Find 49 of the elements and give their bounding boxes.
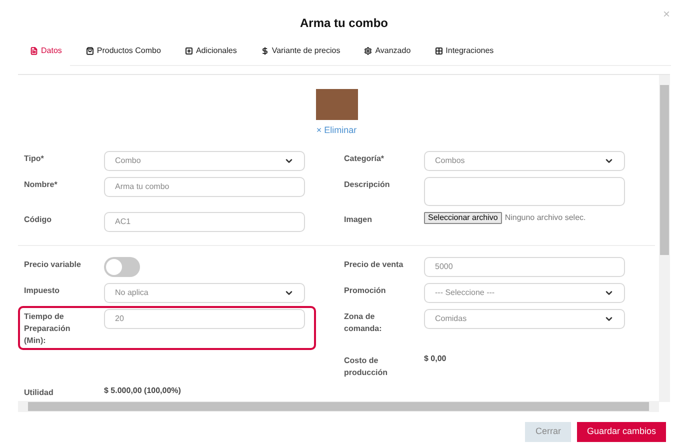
tab-icon — [364, 47, 372, 55]
tab-icon — [86, 47, 94, 55]
photo-placeholder — [316, 89, 358, 120]
value-text: $ 0,00 — [424, 352, 446, 364]
vertical-scrollbar[interactable] — [659, 75, 670, 402]
field-label: Descripción — [344, 178, 391, 190]
field-label: Código — [24, 214, 53, 226]
field-label: Impuesto — [24, 284, 61, 296]
choose-file-button[interactable]: Seleccionar archivo — [424, 212, 502, 224]
tab[interactable]: Variante de precios — [260, 43, 340, 59]
input-field[interactable]: 5000 — [424, 256, 625, 276]
field-label: Imagen — [344, 214, 374, 226]
dropdown[interactable]: Comidas — [424, 308, 625, 328]
horizontal-scrollbar[interactable] — [18, 401, 659, 412]
tab-icon — [260, 47, 269, 55]
file-status-text: Ninguno archivo selec. — [504, 212, 586, 224]
tab[interactable]: Productos Combo — [86, 43, 161, 59]
field-label: Precio de venta — [344, 258, 404, 270]
dropdown[interactable]: Combos — [424, 150, 625, 170]
value-text: $ 5.000,00 (100,00%) — [104, 384, 181, 396]
input-field[interactable]: 20 — [104, 308, 305, 328]
tab-icon — [184, 47, 193, 55]
field-label: Categoría* — [344, 152, 386, 164]
dropdown[interactable]: Combo — [104, 150, 305, 170]
input-field[interactable]: AC1 — [104, 212, 305, 232]
dialog-title: Arma tu combo — [300, 15, 388, 32]
dropdown[interactable]: No aplica — [104, 282, 305, 302]
tab[interactable]: Integraciones — [434, 43, 494, 59]
field-label: Zona de comanda: — [344, 310, 383, 334]
tab-icon — [434, 47, 443, 55]
toggle-switch[interactable] — [104, 256, 140, 276]
dropdown[interactable]: --- Seleccione --- — [424, 282, 625, 302]
field-label: Tipo* — [24, 152, 45, 164]
tab-icon — [30, 47, 38, 55]
save-button[interactable]: Guardar cambios — [576, 422, 666, 442]
close-button[interactable]: Cerrar — [525, 422, 571, 442]
remove-image-link[interactable]: × Eliminar — [316, 124, 357, 138]
field-label: Tiempo de Preparación (Min): — [24, 310, 72, 346]
tab[interactable]: Adicionales — [184, 43, 237, 59]
field-label: Precio variable — [24, 258, 82, 270]
textarea-field[interactable] — [424, 176, 625, 206]
tab[interactable]: Avanzado — [364, 43, 411, 59]
field-label: Nombre* — [24, 178, 58, 190]
field-label: Promoción — [344, 284, 387, 296]
input-field[interactable]: Arma tu combo — [104, 176, 305, 196]
field-label: Costo de producción — [344, 354, 389, 378]
field-label: Utilidad — [24, 386, 54, 398]
close-icon[interactable]: × — [662, 8, 670, 20]
tab[interactable]: Datos — [30, 43, 62, 59]
